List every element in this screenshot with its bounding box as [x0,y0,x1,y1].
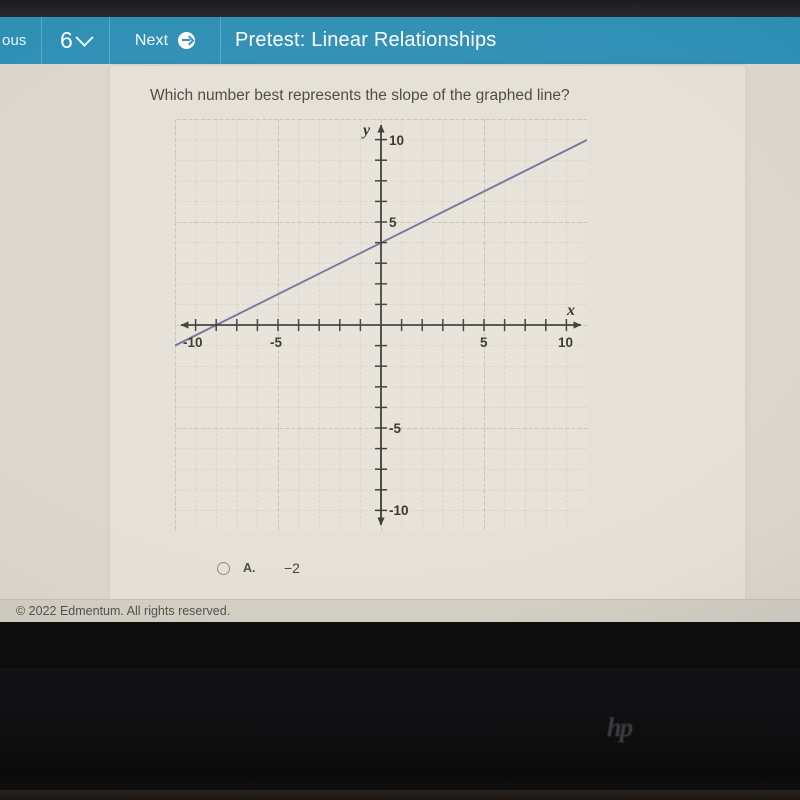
app-header: ous 6 Next Pretest: Linear Relationships [0,17,800,64]
previous-button-label: ous [2,32,27,49]
answer-option-a[interactable]: A. −2 [217,560,300,576]
next-question-button[interactable]: Next [110,17,221,64]
laptop-photo: ous 6 Next Pretest: Linear Relationships… [0,0,800,800]
x-axis-label: x [566,302,575,319]
y-tick-label-neg10: -10 [389,503,409,518]
main-content: Which number best represents the slope o… [0,64,800,599]
previous-question-button[interactable]: ous [0,17,42,64]
x-tick-label-5: 5 [480,335,488,350]
coordinate-graph: -10 -5 5 10 10 5 -5 -10 x y [175,119,587,531]
arrow-right-circle-icon [178,32,196,49]
laptop-lower-bezel [0,668,800,800]
question-card: Which number best represents the slope o… [110,66,745,599]
page-title: Pretest: Linear Relationships [221,17,800,64]
x-tick-label-10: 10 [558,335,573,350]
y-axis-label: y [361,122,371,139]
y-tick-label-neg5: -5 [389,421,401,436]
y-tick-label-10: 10 [389,133,404,148]
option-letter-a: A. [243,561,256,575]
chevron-down-icon [75,28,94,47]
desk-surface [0,790,800,800]
x-tick-label-neg5: -5 [270,335,282,350]
question-number-dropdown[interactable]: 6 [42,17,110,64]
chromebook-screen: ous 6 Next Pretest: Linear Relationships… [0,17,800,622]
y-tick-label-5: 5 [389,215,397,230]
next-button-label: Next [134,31,169,49]
copyright-text: © 2022 Edmentum. All rights reserved. [16,604,231,618]
question-number-label: 6 [60,27,73,53]
page-title-label: Pretest: Linear Relationships [235,29,497,51]
graph-svg: -10 -5 5 10 10 5 -5 -10 x y [175,119,587,531]
question-prompt: Which number best represents the slope o… [150,88,570,103]
page-footer: © 2022 Edmentum. All rights reserved. [0,599,800,622]
hp-brand-logo: hp [606,712,634,742]
radio-button-a[interactable] [217,561,230,575]
x-tick-label-neg10: -10 [183,335,203,350]
laptop-top-bezel [0,0,800,17]
option-value-a: −2 [284,560,300,576]
